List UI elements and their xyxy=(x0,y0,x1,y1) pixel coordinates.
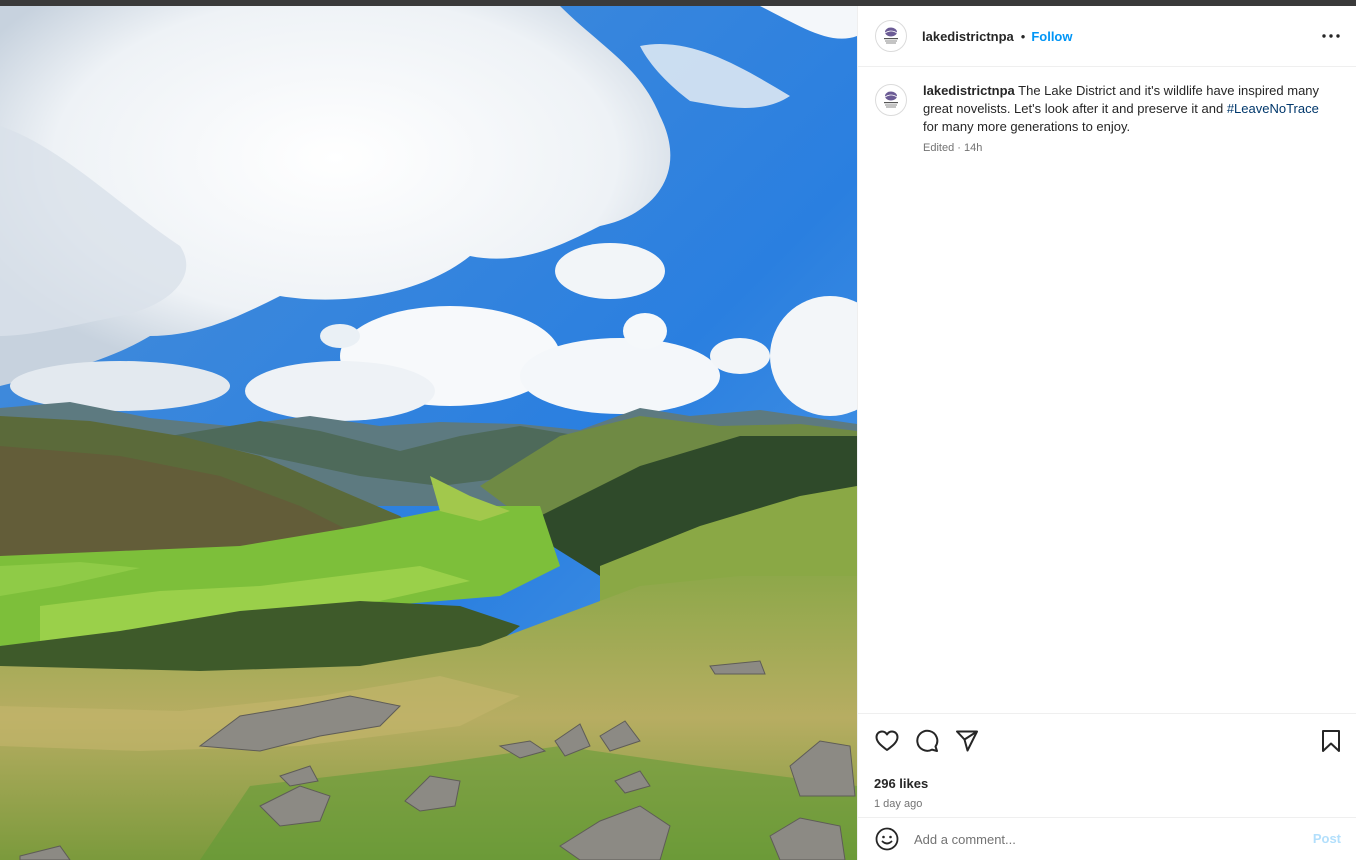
emoji-icon xyxy=(875,827,899,851)
caption-username[interactable]: lakedistrictnpa xyxy=(923,83,1015,98)
avatar[interactable] xyxy=(875,20,907,52)
caption-body: lakedistrictnpa The Lake District and it… xyxy=(923,82,1323,154)
comment-button[interactable] xyxy=(914,728,940,754)
landscape-photo xyxy=(0,6,857,860)
heart-icon xyxy=(875,730,899,751)
caption-text-end: for many more generations to enjoy. xyxy=(923,119,1131,134)
save-button[interactable] xyxy=(1318,728,1344,754)
more-options-button[interactable] xyxy=(1319,24,1343,48)
post-image[interactable] xyxy=(0,6,857,860)
park-logo-icon xyxy=(884,27,898,44)
caption-text: lakedistrictnpa The Lake District and it… xyxy=(923,82,1323,136)
post-caption: lakedistrictnpa The Lake District and it… xyxy=(875,82,1345,154)
post-timestamp[interactable]: 1 day ago xyxy=(874,798,922,810)
park-logo-icon xyxy=(884,91,898,108)
follow-button[interactable]: Follow xyxy=(1031,29,1072,44)
likes-count[interactable]: 296 likes xyxy=(874,776,928,791)
bookmark-icon xyxy=(1322,730,1340,752)
separator-dot: • xyxy=(1020,28,1026,44)
emoji-button[interactable] xyxy=(874,826,900,852)
post-details-panel: lakedistrictnpa • Follow lakedistrictnpa… xyxy=(857,6,1356,860)
caption-avatar[interactable] xyxy=(875,84,907,116)
comment-bar: Post xyxy=(858,817,1356,860)
comment-input[interactable] xyxy=(914,831,1294,847)
hashtag-link[interactable]: #LeaveNoTrace xyxy=(1227,101,1319,116)
share-button[interactable] xyxy=(954,728,980,754)
like-button[interactable] xyxy=(874,728,900,754)
comment-icon xyxy=(916,729,939,752)
caption-meta: Edited · 14h xyxy=(923,142,983,154)
share-icon xyxy=(956,730,978,752)
post-actions: 296 likes 1 day ago xyxy=(858,713,1356,817)
more-options-icon xyxy=(1322,34,1340,38)
post-author-username[interactable]: lakedistrictnpa xyxy=(922,29,1014,44)
post-header: lakedistrictnpa • Follow xyxy=(858,6,1356,67)
post-comment-button[interactable]: Post xyxy=(1313,831,1341,846)
